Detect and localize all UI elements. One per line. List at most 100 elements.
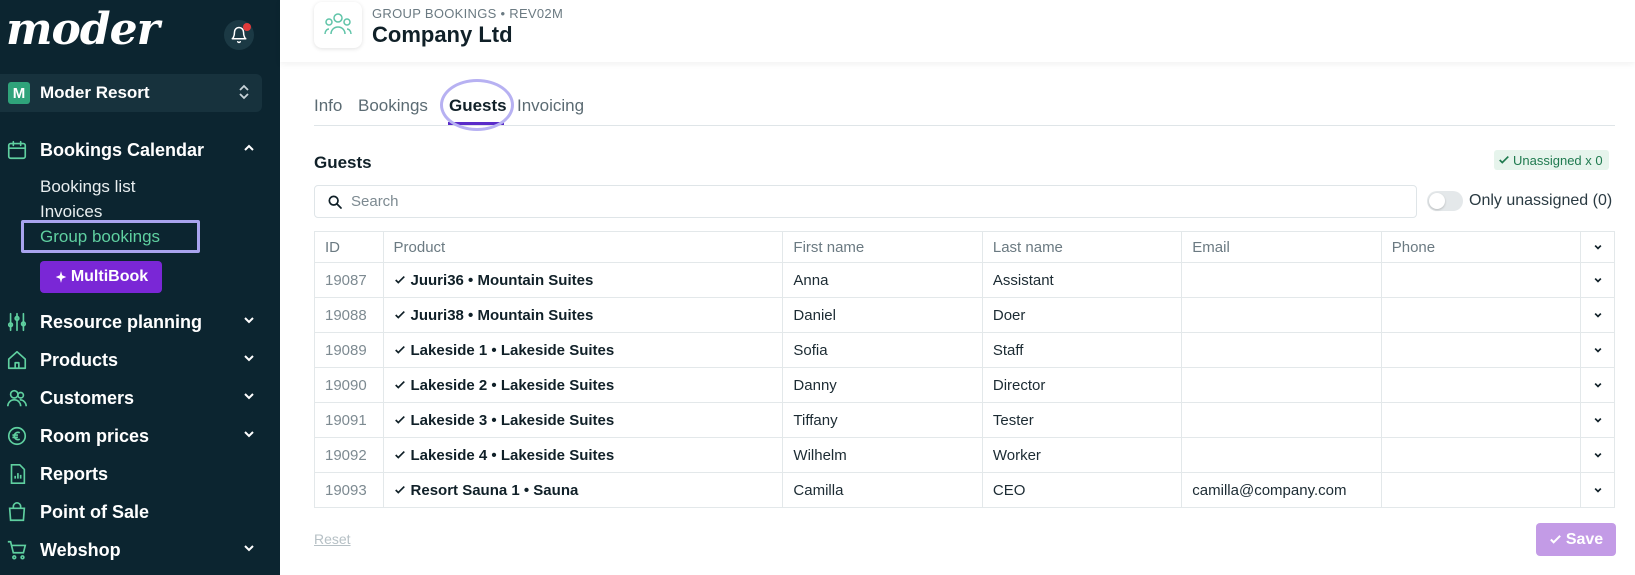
sub-bookings-list[interactable]: Bookings list [40,177,135,197]
nav-label: Bookings Calendar [40,139,205,160]
cell-id: 19088 [314,297,384,333]
cell-phone[interactable] [1380,402,1582,438]
table-row[interactable]: 19093 Resort Sauna 1 • Sauna Camilla CEO… [314,472,1615,508]
save-button[interactable]: Save [1536,523,1616,556]
check-icon [1549,535,1561,544]
cell-product: Lakeside 3 • Lakeside Suites [382,402,784,438]
chevron-down-icon [244,431,254,438]
table-row[interactable]: 19090 Lakeside 2 • Lakeside Suites Danny… [314,367,1615,403]
toggle-knob [1429,193,1445,209]
cell-last-name[interactable]: CEO [981,472,1183,508]
col-phone[interactable]: Phone [1380,231,1582,263]
cell-product: Lakeside 2 • Lakeside Suites [382,367,784,403]
nav-resource-planning[interactable]: Resource planning [0,307,262,337]
cell-email[interactable] [1181,367,1382,403]
col-email[interactable]: Email [1181,231,1382,263]
nav-bookings-calendar[interactable]: Bookings Calendar [0,135,262,165]
row-expand-button[interactable] [1580,367,1615,403]
search-box [314,185,1417,218]
col-first-name[interactable]: First name [782,231,983,263]
expand-all-button[interactable] [1580,231,1615,263]
tab-bookings[interactable]: Bookings [358,96,428,116]
row-expand-button[interactable] [1580,262,1615,298]
cell-email[interactable] [1181,297,1382,333]
cell-last-name[interactable]: Worker [981,437,1183,473]
tab-invoicing[interactable]: Invoicing [517,96,584,116]
product-label: Juuri36 • Mountain Suites [410,271,594,289]
cell-phone[interactable] [1380,437,1582,473]
multibook-button[interactable]: MultiBook [40,261,162,293]
chevron-updown-icon [239,84,249,100]
multibook-label: MultiBook [70,268,149,285]
nav-webshop[interactable]: Webshop [0,535,262,565]
cell-last-name[interactable]: Doer [981,297,1183,333]
resort-name: Moder Resort [40,83,150,102]
row-expand-button[interactable] [1580,332,1615,368]
nav-point-of-sale[interactable]: Point of Sale [0,497,262,527]
cell-product: Lakeside 4 • Lakeside Suites [382,437,784,473]
cell-phone[interactable] [1380,367,1582,403]
check-icon [394,415,405,424]
row-expand-button[interactable] [1580,472,1615,508]
nav-label: Resource planning [40,311,203,332]
search-input[interactable] [351,186,1401,217]
sub-invoices[interactable]: Invoices [40,202,102,222]
cell-phone[interactable] [1380,262,1582,298]
product-label: Lakeside 4 • Lakeside Suites [410,446,615,464]
euro-icon [7,426,27,446]
cell-product: Resort Sauna 1 • Sauna [382,472,784,508]
cell-id: 19091 [314,402,384,438]
nav-customers[interactable]: Customers [0,383,262,413]
cell-last-name[interactable]: Staff [981,332,1183,368]
cell-email[interactable] [1181,332,1382,368]
col-id[interactable]: ID [314,231,384,263]
nav-label: Products [40,349,119,370]
app-logo[interactable]: moder [6,4,160,55]
cell-email[interactable]: camilla@company.com [1181,472,1382,508]
chevron-down-icon [1594,312,1602,318]
table-row[interactable]: 19092 Lakeside 4 • Lakeside Suites Wilhe… [314,437,1615,473]
nav-room-prices[interactable]: Room prices [0,421,262,451]
chevron-down-icon [1594,244,1602,250]
cell-last-name[interactable]: Tester [981,402,1183,438]
cell-first-name[interactable]: Daniel [782,297,983,333]
cell-email[interactable] [1181,402,1382,438]
resort-badge: M [8,82,30,104]
cell-email[interactable] [1181,437,1382,473]
table-row[interactable]: 19088 Juuri38 • Mountain Suites Daniel D… [314,297,1615,333]
nav-reports[interactable]: Reports [0,459,262,489]
table-row[interactable]: 19091 Lakeside 3 • Lakeside Suites Tiffa… [314,402,1615,438]
cell-first-name[interactable]: Danny [782,367,983,403]
nav-label: Webshop [40,539,121,560]
page-title: Company Ltd [372,22,513,47]
cell-first-name[interactable]: Sofia [782,332,983,368]
col-last-name[interactable]: Last name [981,231,1183,263]
only-unassigned-toggle[interactable] [1427,191,1463,211]
row-expand-button[interactable] [1580,402,1615,438]
cell-last-name[interactable]: Director [981,367,1183,403]
nav-label: Room prices [40,425,150,446]
row-expand-button[interactable] [1580,297,1615,333]
notifications-button[interactable] [224,20,254,50]
unassigned-label: Unassigned x 0 [1513,152,1603,168]
resort-selector[interactable]: M Moder Resort [0,74,262,112]
col-product[interactable]: Product [382,231,784,263]
cell-first-name[interactable]: Camilla [782,472,983,508]
table-row[interactable]: 19089 Lakeside 1 • Lakeside Suites Sofia… [314,332,1615,368]
chevron-down-icon [1594,277,1602,283]
row-expand-button[interactable] [1580,437,1615,473]
tab-info[interactable]: Info [314,96,342,116]
table-row[interactable]: 19087 Juuri36 • Mountain Suites Anna Ass… [314,262,1615,298]
cell-phone[interactable] [1380,472,1582,508]
cell-email[interactable] [1181,262,1382,298]
reset-link[interactable]: Reset [314,531,351,547]
group-icon [324,13,352,35]
cell-phone[interactable] [1380,332,1582,368]
cell-phone[interactable] [1380,297,1582,333]
nav-products[interactable]: Products [0,345,262,375]
cell-first-name[interactable]: Anna [782,262,983,298]
chevron-down-icon [1594,452,1602,458]
cell-first-name[interactable]: Tiffany [782,402,983,438]
cell-last-name[interactable]: Assistant [981,262,1183,298]
cell-first-name[interactable]: Wilhelm [782,437,983,473]
